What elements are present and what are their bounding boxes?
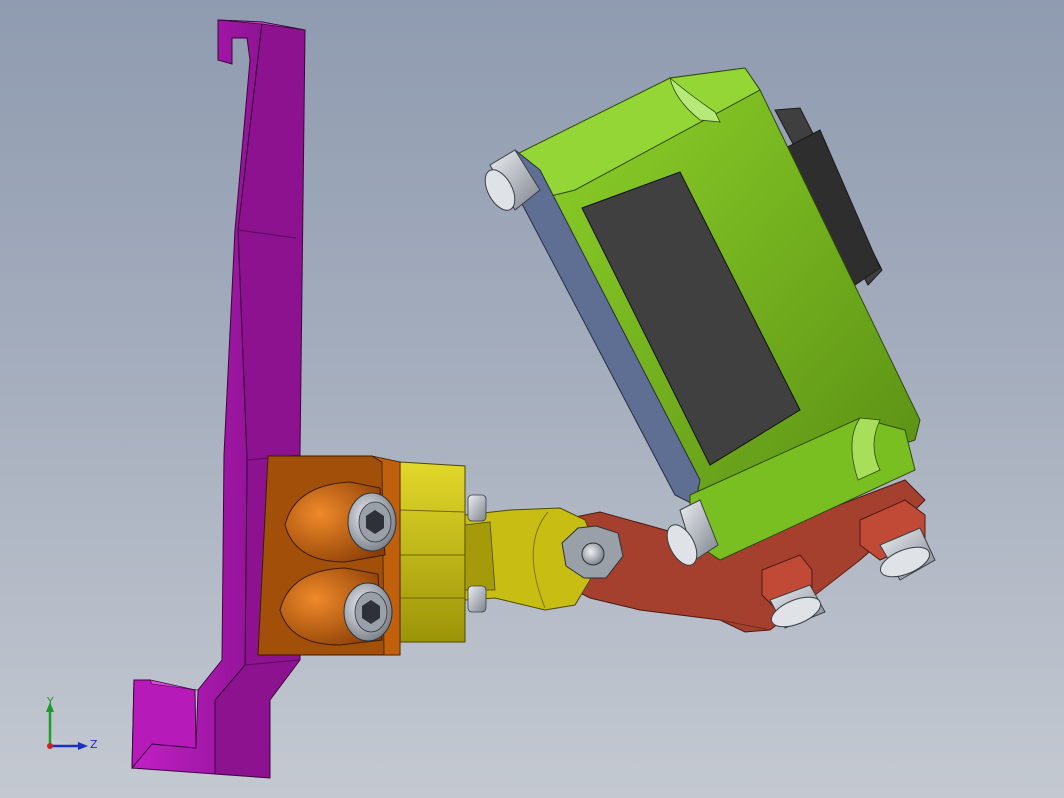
cap-screw-bottom[interactable]: [343, 582, 393, 642]
clamp-screw-bottom: [467, 585, 487, 613]
sensor-housing[interactable]: [479, 67, 921, 570]
triad-y-label: Y: [46, 696, 54, 708]
coordinate-triad: Y Z: [46, 696, 98, 751]
clamp-screw-top: [467, 494, 487, 522]
cap-screw-top[interactable]: [347, 492, 397, 552]
magenta-bracket[interactable]: [131, 19, 306, 779]
assembly-scene[interactable]: [0, 0, 1064, 798]
cad-viewport[interactable]: Y Z: [0, 0, 1064, 798]
triad-z-label: Z: [90, 738, 98, 751]
triad-origin: [47, 743, 53, 749]
mount-block[interactable]: [257, 455, 401, 656]
